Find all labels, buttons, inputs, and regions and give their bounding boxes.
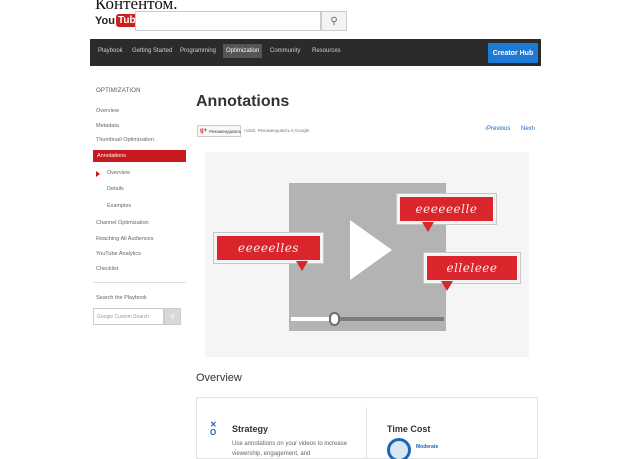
nav-optimization[interactable]: Optimization	[223, 44, 263, 58]
sidebar-item-annotations[interactable]: Annotations	[93, 150, 186, 162]
page-title: Annotations	[196, 93, 290, 110]
sidebar-title: OPTIMIZATION	[96, 88, 141, 94]
gplus-count: +1162. Рекомендовать в Google	[243, 128, 310, 133]
sidebar-subitem-overview[interactable]: Overview	[107, 170, 130, 176]
play-icon	[350, 220, 392, 280]
annotation-bubble-bottom: elleleee	[424, 253, 520, 291]
progress-knob	[329, 312, 340, 326]
nav-resources[interactable]: Resources	[312, 48, 341, 54]
sidebar-item-channel[interactable]: Channel Optimization	[96, 220, 149, 226]
next-link[interactable]: Next›	[521, 126, 535, 132]
gplus-label: Рекомендовать	[209, 128, 242, 134]
playbook-search-button[interactable]: ⚲	[164, 308, 181, 325]
sidebar-subitem-examples[interactable]: Examples	[107, 203, 131, 209]
search-icon: ⚲	[330, 15, 338, 27]
timecost-title: Time Cost	[387, 424, 431, 434]
logo-you: You	[95, 14, 115, 27]
annotation-bubble-top: eeeeeelle	[397, 194, 496, 232]
sidebar-subitem-details[interactable]: Details	[107, 186, 124, 192]
strategy-icon: ✕ O	[210, 420, 217, 437]
strategy-description: Use annotations on your videos to increa…	[232, 441, 348, 457]
youtube-logo[interactable]: You Tube	[95, 12, 144, 29]
gplus-icon: g+	[200, 128, 208, 134]
overview-heading: Overview	[196, 372, 242, 384]
playbook-search-input[interactable]: Google Custom Search	[93, 308, 164, 325]
sidebar-item-label: Annotations	[97, 153, 127, 159]
creator-hub-button[interactable]: Creator Hub	[488, 43, 538, 63]
sidebar-item-metadata[interactable]: Metadata	[96, 123, 119, 129]
search-input[interactable]	[135, 11, 321, 31]
strategy-title: Strategy	[232, 424, 269, 434]
sidebar-item-audiences[interactable]: Reaching All Audiences	[96, 236, 153, 242]
nav-programming[interactable]: Programming	[180, 48, 216, 54]
sidebar-item-thumbnail[interactable]: Thumbnail Optimization	[96, 137, 154, 143]
previous-link[interactable]: ‹Previous	[485, 126, 510, 132]
sidebar-item-analytics[interactable]: YouTube Analytics	[96, 251, 141, 257]
caret-right-icon	[96, 171, 100, 177]
card-divider	[366, 407, 367, 459]
top-navbar: Playbook Getting Started Programming Opt…	[90, 39, 541, 66]
annotation-bubble-left: eeeeelles	[214, 233, 323, 271]
playbook-search-label: Search the Playbook	[96, 295, 147, 301]
nav-getting-started[interactable]: Getting Started	[132, 48, 172, 54]
search-button[interactable]: ⚲	[321, 11, 347, 31]
progress-fill	[291, 317, 334, 321]
sidebar-item-checklist[interactable]: Checklist	[96, 266, 118, 272]
nav-playbook[interactable]: Playbook	[98, 48, 123, 54]
nav-community[interactable]: Community	[270, 48, 300, 54]
sidebar-item-overview[interactable]: Overview	[96, 108, 119, 114]
gplus-button[interactable]: g+ Рекомендовать	[197, 125, 241, 137]
sidebar-divider	[93, 282, 186, 283]
timecost-value: Moderate	[416, 444, 439, 450]
timecost-gauge-icon	[387, 438, 411, 459]
search-icon: ⚲	[169, 313, 176, 321]
